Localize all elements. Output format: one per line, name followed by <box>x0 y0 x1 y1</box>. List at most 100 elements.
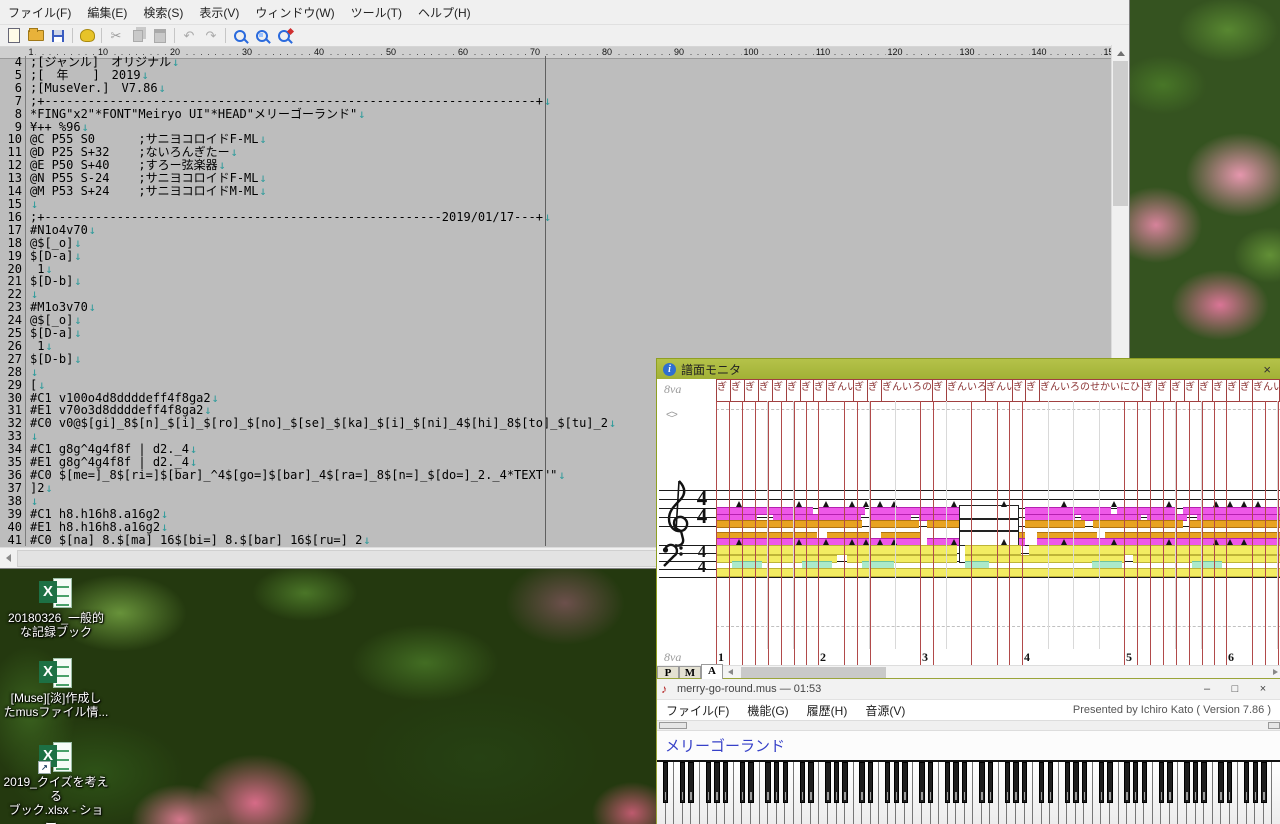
desktop-icon-0[interactable]: X20180326_一般的な記録ブック <box>0 578 112 639</box>
player-menu-item-1[interactable]: 機能(G) <box>738 700 797 721</box>
player-menu-item-0[interactable]: ファイル(F) <box>657 700 738 721</box>
player-position-strip[interactable] <box>657 720 1280 731</box>
score-canvas[interactable]: <> 44 44 <box>657 401 1280 649</box>
cut-icon[interactable]: ✂ <box>105 26 127 45</box>
vertical-scroll-thumb[interactable] <box>1113 61 1128 206</box>
piano-black-key[interactable] <box>723 762 728 803</box>
scroll-up-arrow[interactable] <box>1117 51 1125 56</box>
piano-black-key[interactable] <box>740 762 745 803</box>
piano-black-key[interactable] <box>1193 762 1198 803</box>
piano-black-key[interactable] <box>1022 762 1027 803</box>
score-tab-a[interactable]: A <box>701 664 723 679</box>
piano-black-key[interactable] <box>1013 762 1018 803</box>
piano-black-key[interactable] <box>765 762 770 803</box>
paste-icon[interactable] <box>149 26 171 45</box>
editor-menu-item-5[interactable]: ツール(T) <box>343 0 410 25</box>
piano-black-key[interactable] <box>1227 762 1232 803</box>
piano-black-key[interactable] <box>1133 762 1138 803</box>
player-menu-item-3[interactable]: 音源(V) <box>856 700 914 721</box>
muse-play-icon[interactable] <box>76 26 98 45</box>
undo-icon[interactable]: ↶ <box>178 26 200 45</box>
piano-black-key[interactable] <box>1218 762 1223 803</box>
piano-black-key[interactable] <box>706 762 711 803</box>
piano-black-key[interactable] <box>1073 762 1078 803</box>
scroll-left-arrow[interactable] <box>728 669 733 675</box>
new-file-icon[interactable] <box>3 26 25 45</box>
editor-menu-item-4[interactable]: ウィンドウ(W) <box>247 0 342 25</box>
line-number: 15 <box>0 198 26 211</box>
maximize-button[interactable]: □ <box>1221 683 1249 695</box>
staff-line <box>659 499 1280 500</box>
piano-black-key[interactable] <box>1082 762 1087 803</box>
editor-menu-item-0[interactable]: ファイル(F) <box>0 0 79 25</box>
piano-black-key[interactable] <box>1201 762 1206 803</box>
piano-black-key[interactable] <box>1244 762 1249 803</box>
piano-black-key[interactable] <box>1005 762 1010 803</box>
piano-black-key[interactable] <box>842 762 847 803</box>
piano-black-key[interactable] <box>688 762 693 803</box>
piano-black-key[interactable] <box>1039 762 1044 803</box>
piano-keyboard[interactable] <box>657 760 1280 824</box>
copy-icon[interactable] <box>127 26 149 45</box>
piano-black-key[interactable] <box>783 762 788 803</box>
piano-black-key[interactable] <box>868 762 873 803</box>
piano-black-key[interactable] <box>1107 762 1112 803</box>
piano-black-key[interactable] <box>1261 762 1266 803</box>
piano-black-key[interactable] <box>979 762 984 803</box>
piano-black-key[interactable] <box>714 762 719 803</box>
piano-black-key[interactable] <box>1142 762 1147 803</box>
score-monitor-titlebar[interactable]: i 譜面モニタ × <box>657 359 1280 379</box>
scroll-right-arrow[interactable] <box>1273 669 1278 675</box>
piano-black-key[interactable] <box>808 762 813 803</box>
editor-menu-item-1[interactable]: 編集(E) <box>79 0 135 25</box>
piano-black-key[interactable] <box>962 762 967 803</box>
save-icon[interactable] <box>47 26 69 45</box>
piano-black-key[interactable] <box>825 762 830 803</box>
close-icon[interactable]: × <box>1259 362 1275 377</box>
piano-black-key[interactable] <box>945 762 950 803</box>
piano-black-key[interactable] <box>800 762 805 803</box>
editor-menu-item-2[interactable]: 検索(S) <box>135 0 191 25</box>
piano-black-key[interactable] <box>748 762 753 803</box>
piano-white-key[interactable] <box>1272 762 1280 824</box>
minimize-button[interactable]: – <box>1193 683 1221 695</box>
piano-black-key[interactable] <box>663 762 668 803</box>
piano-black-key[interactable] <box>1167 762 1172 803</box>
piano-black-key[interactable] <box>859 762 864 803</box>
piano-black-key[interactable] <box>1184 762 1189 803</box>
piano-black-key[interactable] <box>928 762 933 803</box>
piano-black-key[interactable] <box>894 762 899 803</box>
piano-black-key[interactable] <box>902 762 907 803</box>
piano-black-key[interactable] <box>1159 762 1164 803</box>
piano-black-key[interactable] <box>680 762 685 803</box>
player-titlebar[interactable]: ♪ merry-go-round.mus — 01:53 – □ × <box>657 679 1280 700</box>
piano-black-key[interactable] <box>1253 762 1258 803</box>
piano-black-key[interactable] <box>1065 762 1070 803</box>
piano-black-key[interactable] <box>1124 762 1129 803</box>
open-folder-icon[interactable] <box>25 26 47 45</box>
redo-icon[interactable]: ↷ <box>200 26 222 45</box>
zoom-search-icon[interactable] <box>229 26 251 45</box>
position-right-box[interactable] <box>1268 722 1280 729</box>
close-button[interactable]: × <box>1249 683 1277 695</box>
zoom-mark-icon[interactable] <box>273 26 295 45</box>
piano-black-key[interactable] <box>953 762 958 803</box>
horizontal-scroll-thumb[interactable] <box>17 550 659 567</box>
piano-black-key[interactable] <box>1099 762 1104 803</box>
editor-menu-item-6[interactable]: ヘルプ(H) <box>410 0 479 25</box>
score-horizontal-scrollbar[interactable] <box>723 665 1280 679</box>
desktop-icon-1[interactable]: X[Muse][淡]作成したmusファイル情... <box>0 658 112 719</box>
zoom-doc-icon[interactable] <box>251 26 273 45</box>
piano-black-key[interactable] <box>834 762 839 803</box>
piano-black-key[interactable] <box>885 762 890 803</box>
editor-menu-item-3[interactable]: 表示(V) <box>191 0 247 25</box>
position-thumb[interactable] <box>659 722 687 729</box>
piano-black-key[interactable] <box>988 762 993 803</box>
scroll-left-arrow[interactable] <box>6 554 11 562</box>
desktop-icon-2[interactable]: X↗2019_クイズを考えるブック.xlsx - ショー... <box>0 742 112 824</box>
piano-black-key[interactable] <box>1048 762 1053 803</box>
player-menu-item-2[interactable]: 履歴(H) <box>798 700 857 721</box>
piano-black-key[interactable] <box>774 762 779 803</box>
scroll-thumb[interactable] <box>741 667 886 678</box>
piano-black-key[interactable] <box>919 762 924 803</box>
